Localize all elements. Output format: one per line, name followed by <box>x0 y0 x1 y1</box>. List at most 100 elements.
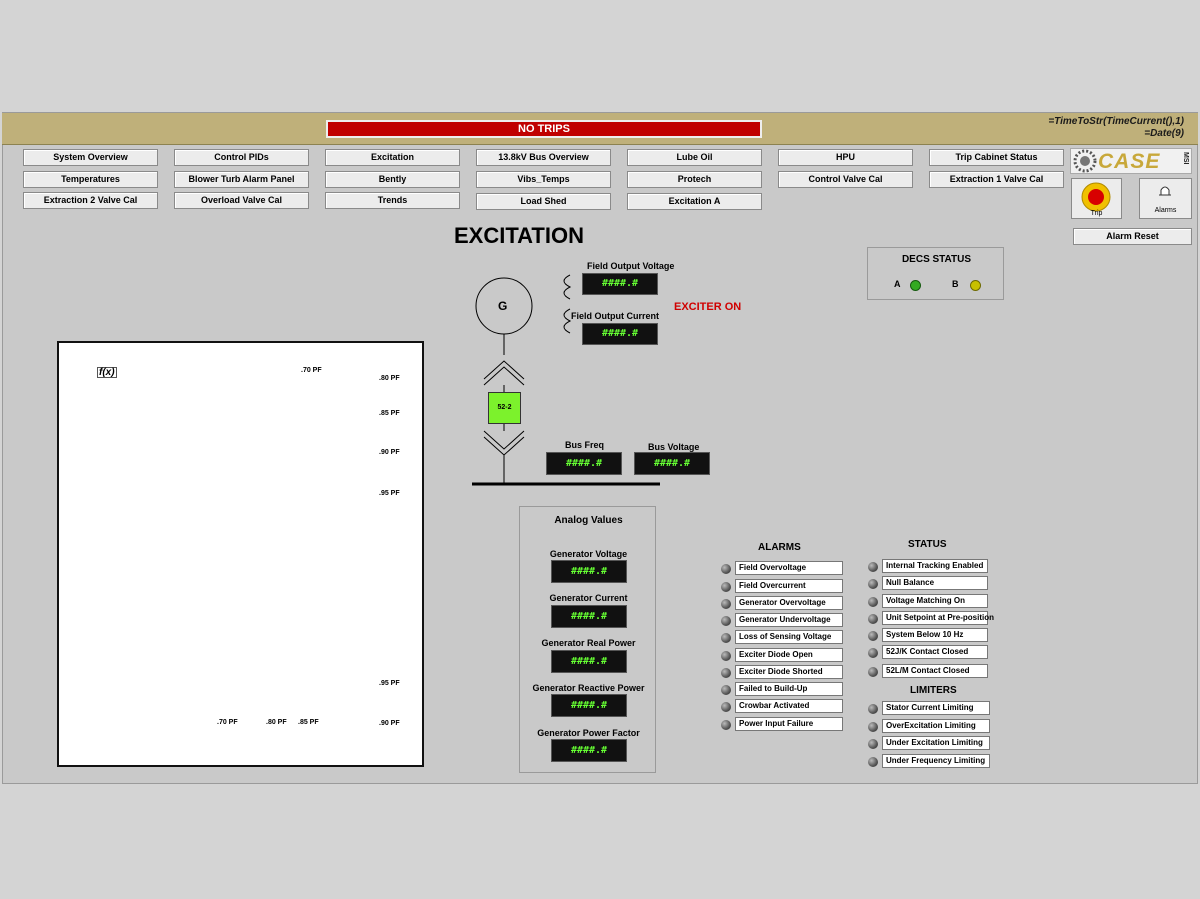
nav-control-valve-cal[interactable]: Control Valve Cal <box>778 171 913 188</box>
capability-chart: f(x) .70 PF .80 PF .85 PF .90 PF .95 PF … <box>57 341 424 767</box>
pf-label-right-6: .90 PF <box>379 720 400 727</box>
status-led <box>868 562 878 572</box>
alarm-led <box>721 582 731 592</box>
nav-vibs-temps[interactable]: Vibs_Temps <box>476 171 611 188</box>
limiter-led <box>868 704 878 714</box>
status-led <box>868 631 878 641</box>
nav-extraction-2-valve-cal[interactable]: Extraction 2 Valve Cal <box>23 192 158 209</box>
alarm-label: Exciter Diode Shorted <box>735 665 843 679</box>
alarm-led <box>721 685 731 695</box>
pf-label-bottom-1: .70 PF <box>217 719 238 726</box>
alarm-label: Generator Undervoltage <box>735 613 843 627</box>
nav-lube-oil[interactable]: Lube Oil <box>627 149 762 166</box>
alarm-led <box>721 702 731 712</box>
gen-current-readout: ####.# <box>551 605 627 628</box>
nav-overload-valve-cal[interactable]: Overload Valve Cal <box>174 192 309 209</box>
nav-temperatures[interactable]: Temperatures <box>23 171 158 188</box>
analog-values-title: Analog Values <box>554 515 623 526</box>
status-label: 52L/M Contact Closed <box>882 664 988 678</box>
gen-real-power-label: Generator Real Power <box>541 638 636 648</box>
alarm-led <box>721 651 731 661</box>
alarm-label: Crowbar Activated <box>735 699 843 713</box>
status-led <box>868 579 878 589</box>
alarms-title: ALARMS <box>758 542 801 553</box>
status-label: System Below 10 Hz <box>882 628 988 642</box>
gen-voltage-readout: ####.# <box>551 560 627 583</box>
bus-freq-readout: ####.# <box>546 452 622 475</box>
field-current-label: Field Output Current <box>571 311 659 321</box>
alarm-label: Field Overcurrent <box>735 579 843 593</box>
nav-blower-turb-alarm-panel[interactable]: Blower Turb Alarm Panel <box>174 171 309 188</box>
bus-freq-label: Bus Freq <box>565 440 605 450</box>
nav-trip-cabinet-status[interactable]: Trip Cabinet Status <box>929 149 1064 166</box>
status-label: 52J/K Contact Closed <box>882 645 988 659</box>
time-expression: =TimeToStr(TimeCurrent(),1) <box>1048 116 1184 127</box>
limiter-label: OverExcitation Limiting <box>882 719 990 733</box>
nav-excitation[interactable]: Excitation <box>325 149 460 166</box>
nav-bus-overview[interactable]: 13.8kV Bus Overview <box>476 149 611 166</box>
gen-power-factor-readout: ####.# <box>551 739 627 762</box>
field-current-readout: ####.# <box>582 323 658 345</box>
pf-label-bottom-2: .80 PF <box>266 719 287 726</box>
case-msi-logo: CASE MSI <box>1070 148 1192 174</box>
decs-b-indicator <box>970 280 981 291</box>
alarm-led <box>721 616 731 626</box>
limiter-led <box>868 757 878 767</box>
exciter-status-text: EXCITER ON <box>674 301 742 313</box>
nav-extraction-1-valve-cal[interactable]: Extraction 1 Valve Cal <box>929 171 1064 188</box>
nav-trends[interactable]: Trends <box>325 192 460 209</box>
status-label: Unit Setpoint at Pre-position <box>882 611 994 625</box>
breaker-52-2[interactable]: 52-2 <box>488 392 521 424</box>
field-voltage-label: Field Output Voltage <box>587 261 675 271</box>
breaker-bottom-chevrons <box>483 430 525 456</box>
nav-load-shed[interactable]: Load Shed <box>476 193 611 210</box>
analog-values-panel: Analog Values Generator Voltage ####.# G… <box>519 506 656 773</box>
pf-label-bottom-3: .85 PF <box>298 719 319 726</box>
date-expression: =Date(9) <box>1144 128 1184 139</box>
pf-label-top: .70 PF <box>301 367 322 374</box>
nav-protech[interactable]: Protech <box>627 171 762 188</box>
decs-a-indicator <box>910 280 921 291</box>
gen-current-label: Generator Current <box>549 593 628 603</box>
pf-label-right-5: .95 PF <box>379 680 400 687</box>
nav-excitation-a[interactable]: Excitation A <box>627 193 762 210</box>
status-label: Voltage Matching On <box>882 594 988 608</box>
pf-label-right-4: .95 PF <box>379 490 400 497</box>
pf-label-right-1: .80 PF <box>379 375 400 382</box>
alarm-label: Failed to Build-Up <box>735 682 843 696</box>
nav-bently[interactable]: Bently <box>325 171 460 188</box>
alarm-led <box>721 599 731 609</box>
trip-button[interactable]: Trip <box>1071 178 1122 219</box>
nav-system-overview[interactable]: System Overview <box>23 149 158 166</box>
nav-control-pids[interactable]: Control PIDs <box>174 149 309 166</box>
alarm-led <box>721 633 731 643</box>
alarm-led <box>721 564 731 574</box>
alarms-button[interactable]: Alarms <box>1139 178 1192 219</box>
page-title: EXCITATION <box>454 223 584 248</box>
logo-text: CASE <box>1098 150 1161 173</box>
status-label: Null Balance <box>882 576 988 590</box>
gen-power-factor-label: Generator Power Factor <box>537 728 640 738</box>
alarms-label: Alarms <box>1154 207 1177 214</box>
status-led <box>868 667 878 677</box>
breaker-top-chevrons <box>483 360 525 386</box>
status-led <box>868 648 878 658</box>
alarm-led <box>721 668 731 678</box>
alarm-led <box>721 720 731 730</box>
limiters-title: LIMITERS <box>910 685 957 696</box>
status-led <box>868 614 878 624</box>
trip-label: Trip <box>1090 210 1103 217</box>
alarm-label: Loss of Sensing Voltage <box>735 630 843 644</box>
alarm-label: Power Input Failure <box>735 717 843 731</box>
fx-chart-icon: f(x) <box>97 367 117 378</box>
time-date-readout: =TimeToStr(TimeCurrent(),1) =Date(9) <box>1048 116 1184 140</box>
field-current-coil <box>563 308 572 334</box>
bus-voltage-label: Bus Voltage <box>648 442 700 452</box>
alarm-reset-button[interactable]: Alarm Reset <box>1073 228 1192 245</box>
status-led <box>868 597 878 607</box>
pf-label-right-2: .85 PF <box>379 410 400 417</box>
alarm-label: Generator Overvoltage <box>735 596 843 610</box>
nav-hpu[interactable]: HPU <box>778 149 913 166</box>
alarm-label: Exciter Diode Open <box>735 648 843 662</box>
gen-real-power-readout: ####.# <box>551 650 627 673</box>
